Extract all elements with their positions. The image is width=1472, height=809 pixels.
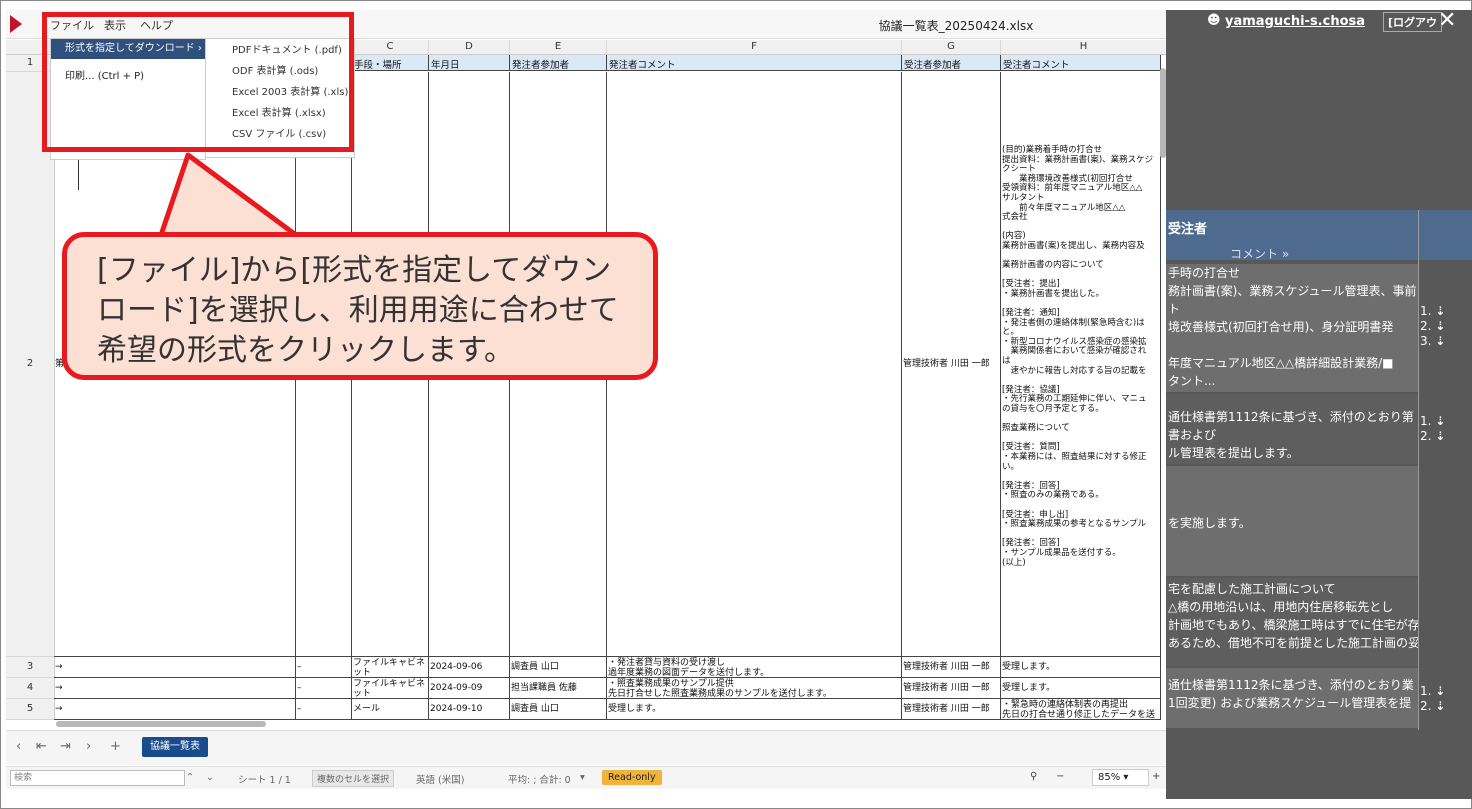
- zoom-in-icon[interactable]: +: [1152, 771, 1160, 782]
- download-icon: ⇣: [1435, 304, 1446, 318]
- readonly-badge: Read-only: [602, 770, 662, 785]
- section-title: 受注者: [1168, 222, 1208, 237]
- vertical-scrollbar[interactable]: [1160, 68, 1166, 158]
- panel-row: 宅を配慮した施工計画について △橋の用地沿いは、用地内住居移転先とし 計画地でもあ…: [1166, 578, 1418, 666]
- prev-sheet-icon[interactable]: ⇤: [36, 739, 47, 754]
- panel-row: 通仕様書第1112条に基づき、添付のとおり業 1回変更) および業務スケジュール管…: [1166, 668, 1418, 728]
- user-icon: ☻: [1207, 13, 1221, 28]
- cell-row4-c[interactable]: ファイルキャビネ ット: [352, 678, 429, 699]
- close-viewer-icon[interactable]: ✕: [1438, 8, 1456, 33]
- zoom-select[interactable]: 85% ▾: [1092, 769, 1149, 786]
- row-header[interactable]: 3: [6, 657, 55, 678]
- status-bar: 検索 ⌃ ⌄ シート 1 / 1 複数のセルを選択 英語 (米国) 平均: ; …: [6, 766, 1166, 789]
- search-up-icon[interactable]: ⌃: [186, 772, 194, 783]
- download-icon: ⇣: [1435, 429, 1446, 443]
- cell-row4-a[interactable]: →: [54, 678, 296, 699]
- header-cell[interactable]: 年月日: [429, 55, 510, 71]
- add-sheet-icon[interactable]: +: [110, 739, 121, 754]
- panel-row: 通仕様書第1112条に基づき、添付のとおり第 書および ル管理表を提出します。: [1166, 394, 1418, 464]
- cell-row4-b[interactable]: –: [296, 678, 352, 699]
- logout-button[interactable]: [ログアウ: [1383, 12, 1443, 32]
- cell-row4-e[interactable]: 担当課職員 佐藤: [510, 678, 607, 699]
- download-icon: ⇣: [1435, 684, 1446, 698]
- search-input[interactable]: 検索: [10, 770, 185, 786]
- callout-text: [ファイル]から[形式を指定してダウンロード]を選択し、利用用途に合わせて希望の…: [97, 253, 619, 368]
- panel-row: を実施します。: [1166, 466, 1418, 576]
- cell-row3-d[interactable]: 2024-09-06: [429, 657, 510, 678]
- column-header-f[interactable]: F: [607, 40, 902, 55]
- sum-label: 平均: ; 合計: 0: [508, 775, 571, 786]
- app-logo-icon: [10, 15, 22, 33]
- cell-row3-a[interactable]: →: [54, 657, 296, 678]
- sheet-count: シート 1 / 1: [238, 775, 291, 786]
- cell-row5-c[interactable]: メール: [352, 699, 429, 720]
- cell-row5-a[interactable]: →: [54, 699, 296, 720]
- text-cursor: [78, 160, 79, 190]
- search-down-icon[interactable]: ⌄: [206, 772, 214, 783]
- cell-row5-h[interactable]: ・緊急時の連絡体制表の再提出 先日の打合せ通り修正したデータを送: [1001, 699, 1161, 720]
- cell-row5-b[interactable]: –: [296, 699, 352, 720]
- language-label: 英語 (米国): [416, 775, 465, 786]
- row-header[interactable]: 4: [6, 678, 55, 699]
- column-header-c[interactable]: C: [352, 40, 429, 55]
- download-icon: ⇣: [1435, 334, 1446, 348]
- download-icon: ⇣: [1435, 319, 1446, 333]
- header-cell[interactable]: 受注者コメント: [1001, 55, 1161, 71]
- sheet-tab[interactable]: 協議一覧表: [142, 737, 208, 757]
- section-header-bg: [1166, 210, 1472, 260]
- horizontal-scrollbar[interactable]: [56, 721, 266, 727]
- zoom-out-icon[interactable]: −: [1056, 771, 1064, 782]
- zoom-reset-icon[interactable]: ⚲: [1030, 771, 1037, 782]
- cell-row4-g[interactable]: 管理技術者 川田 一郎: [902, 678, 1001, 699]
- row-header[interactable]: 5: [6, 699, 55, 720]
- cell-row5-f[interactable]: 受理します。: [607, 699, 902, 720]
- cell-row4-h[interactable]: 受理します。: [1001, 678, 1161, 699]
- download-icon: ⇣: [1435, 699, 1446, 713]
- header-cell[interactable]: 受注者参加者: [902, 55, 1001, 71]
- row-header[interactable]: 2: [6, 72, 55, 657]
- cell-row3-b[interactable]: –: [296, 657, 352, 678]
- cell-row3-c[interactable]: ファイルキャビネ ット: [352, 657, 429, 678]
- cell-row4-d[interactable]: 2024-09-09: [429, 678, 510, 699]
- column-header-h[interactable]: H: [1001, 40, 1166, 55]
- header-cell[interactable]: 手段・場所: [352, 55, 429, 71]
- cell-row3-e[interactable]: 調査員 山口: [510, 657, 607, 678]
- cell-row5-e[interactable]: 調査員 山口: [510, 699, 607, 720]
- cell-row5-d[interactable]: 2024-09-10: [429, 699, 510, 720]
- panel-divider: [1418, 210, 1419, 730]
- cell-row3-f[interactable]: ・発注者貸与資料の受け渡し 過年度業務の図面データを送付します。: [607, 657, 902, 678]
- attachment-list[interactable]: 1. ⇣ 2. ⇣: [1420, 684, 1445, 714]
- comment-column-label[interactable]: コメント »: [1230, 245, 1289, 262]
- instruction-callout: [ファイル]から[形式を指定してダウンロード]を選択し、利用用途に合わせて希望の…: [62, 232, 658, 380]
- menu-highlight-box: [42, 12, 354, 152]
- attachment-list[interactable]: 1. ⇣ 2. ⇣ 3. ⇣: [1420, 304, 1445, 349]
- next-sheet-icon[interactable]: ⇥: [60, 739, 71, 754]
- attachment-list[interactable]: 1. ⇣ 2. ⇣: [1420, 414, 1445, 444]
- download-icon: ⇣: [1435, 414, 1446, 428]
- cell-row3-h[interactable]: 受理します。: [1001, 657, 1161, 678]
- column-header-g[interactable]: G: [902, 40, 1001, 55]
- select-multiple-button[interactable]: 複数のセルを選択: [312, 770, 395, 787]
- document-title: 協議一覧表_20250424.xlsx: [878, 19, 1034, 33]
- sheet-tab-bar: ‹ ⇤ ⇥ › + 協議一覧表: [6, 730, 1166, 765]
- cell-row5-g[interactable]: 管理技術者 川田 一郎: [902, 699, 1001, 720]
- header-cell[interactable]: 発注者参加者: [510, 55, 607, 71]
- cell-row3-g[interactable]: 管理技術者 川田 一郎: [902, 657, 1001, 678]
- sum-dropdown-icon[interactable]: ▾: [580, 772, 585, 783]
- user-link[interactable]: yamaguchi-s.chosa: [1225, 14, 1365, 29]
- cell-row4-f[interactable]: ・照査業務成果のサンプル提供 先日打合せした照査業務成果のサンプルを送付します。: [607, 678, 902, 699]
- last-sheet-icon[interactable]: ›: [86, 739, 91, 754]
- panel-row: 手時の打合せ 務計画書(案)、業務スケジュール管理表、事前 ト境改善様式(初回打合…: [1166, 264, 1418, 392]
- cell-row2-g[interactable]: 管理技術者 川田 一郎: [902, 72, 1001, 657]
- column-header-d[interactable]: D: [429, 40, 510, 55]
- cell-row2-h[interactable]: (目的)業務着手時の打合せ 提出資料：業務計画書(案)、業務スケジ クシート 業…: [1001, 72, 1161, 657]
- callout-tail: [157, 152, 302, 240]
- first-sheet-icon[interactable]: ‹: [16, 739, 21, 754]
- header-cell[interactable]: 発注者コメント: [607, 55, 902, 71]
- column-header-e[interactable]: E: [510, 40, 607, 55]
